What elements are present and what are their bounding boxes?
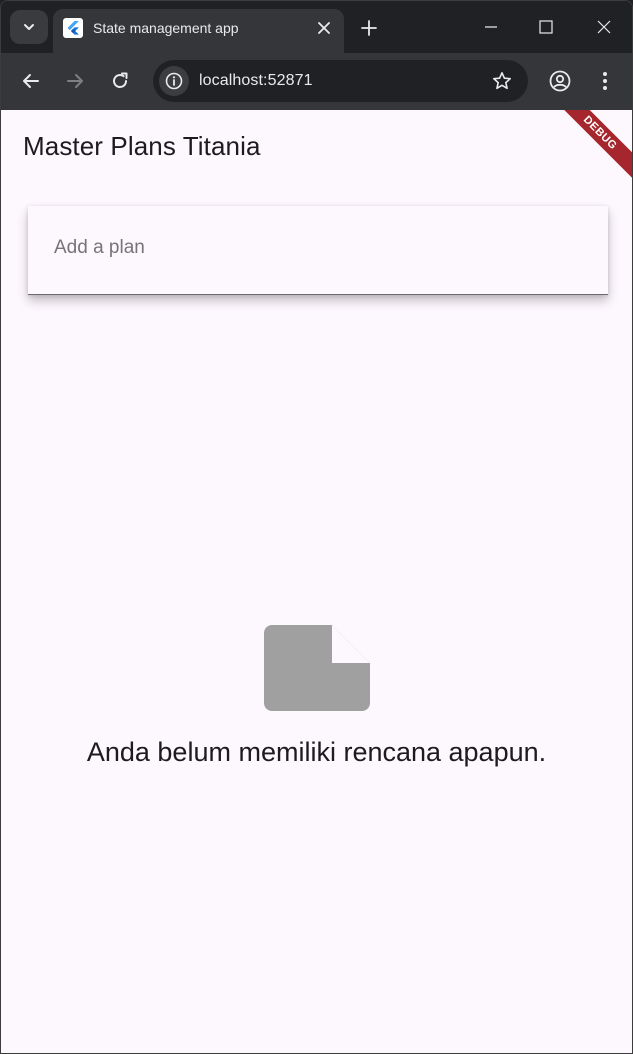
app-bar-title: Master Plans Titania — [23, 131, 261, 161]
reload-icon — [113, 72, 128, 88]
empty-state-message: Anda belum memiliki rencana apapun. — [86, 737, 547, 767]
star-icon — [493, 72, 511, 90]
close-icon — [318, 22, 330, 34]
tab-active[interactable]: State management app — [53, 9, 344, 53]
plus-icon — [361, 20, 377, 36]
browser-window: State management app localhost:52871 Mas… — [0, 0, 633, 1054]
forward-button[interactable] — [59, 65, 91, 97]
empty-state: Anda belum memiliki rencana apapun. — [1, 625, 632, 769]
bookmark-button[interactable] — [490, 69, 514, 93]
back-button[interactable] — [15, 65, 47, 97]
tab-search-button[interactable] — [10, 10, 48, 44]
url-text[interactable]: localhost:52871 — [199, 71, 313, 91]
tab-strip: State management app — [1, 1, 632, 53]
minimize-button[interactable] — [469, 9, 513, 45]
reload-button[interactable] — [104, 65, 136, 97]
chevron-down-icon — [24, 24, 34, 30]
maximize-button[interactable] — [524, 9, 568, 45]
account-icon — [549, 70, 571, 92]
browser-toolbar: localhost:52871 — [1, 53, 632, 110]
add-plan-card — [28, 206, 608, 295]
arrow-right-icon — [67, 74, 83, 88]
debug-banner: DEBUG — [551, 110, 632, 182]
add-plan-input[interactable] — [54, 236, 554, 260]
app-viewport: Master Plans Titania DEBUG Anda belum me… — [1, 110, 632, 1053]
profile-button[interactable] — [544, 65, 576, 97]
browser-menu-button[interactable] — [589, 65, 621, 97]
more-vert-icon — [603, 72, 607, 90]
close-window-button[interactable] — [582, 9, 626, 45]
maximize-icon — [539, 20, 553, 34]
info-icon — [165, 72, 183, 90]
minimize-icon — [485, 26, 497, 28]
address-bar[interactable]: localhost:52871 — [153, 60, 528, 102]
close-icon — [597, 20, 611, 34]
site-info-button[interactable] — [159, 66, 189, 96]
note-icon — [263, 625, 370, 711]
new-tab-button[interactable] — [355, 14, 383, 42]
close-tab-button[interactable] — [312, 16, 336, 40]
tab-title: State management app — [93, 20, 239, 36]
arrow-left-icon — [23, 74, 39, 88]
flutter-icon — [63, 18, 83, 38]
